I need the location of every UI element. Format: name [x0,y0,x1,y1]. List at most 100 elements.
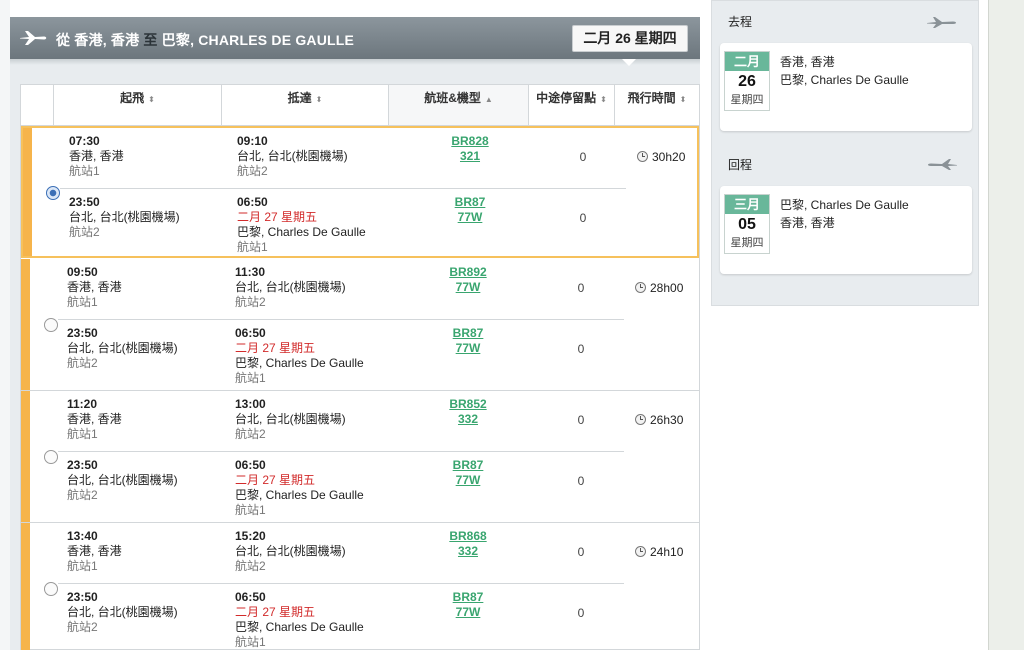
flights-table: 起飛 ⬍ 抵達 ⬍ 航班&機型 ▲ 中途停留點 ⬍ 飛行時間 ⬍ 07:30 香港, 香港航… [20,84,700,650]
return-route: 巴黎, Charles De Gaulle 香港, 香港 [780,196,909,232]
aircraft-type-link[interactable]: 332 [428,544,508,559]
outbound-route: 香港, 香港 巴黎, Charles De Gaulle [780,53,909,89]
route-from: 香港, 香港 [780,55,835,69]
aircraft-type-link[interactable]: 77W [428,280,508,295]
flight-number-link[interactable]: BR828 [430,134,510,149]
segment-divider [58,583,624,584]
aircraft-type-link[interactable]: 77W [428,473,508,488]
arrival-time: 09:10 [237,134,268,148]
itinerary-row[interactable]: 09:50 香港, 香港 航站1 11:30 台北, 台北(桃園機場) 航站2 BR892 7… [21,259,699,391]
calendar-day: 26 [738,73,756,90]
departure-time: 23:50 [69,195,100,209]
sort-icon: ⬍ [679,95,687,104]
flight-results-panel: 從 香港, 香港 至 巴黎, CHARLES DE GAULLE 二月 26 星… [10,17,700,650]
departure-terminal: 航站2 [67,620,98,634]
calendar-weekday: 星期四 [730,94,764,106]
departure-terminal: 航站2 [67,356,98,370]
itinerary-row[interactable]: 07:30 香港, 香港 航站1 09:10 台北, 台北(桃園機場) 航站2 BR828 3… [21,126,699,258]
route-origin: 香港, 香港 [74,32,140,48]
duration-cell: 26h30 [635,413,683,427]
return-card[interactable]: 三月 05 星期四 巴黎, Charles De Gaulle 香港, 香港 [720,186,972,274]
itinerary-radio[interactable] [44,450,58,464]
calendar-month: 二月 [725,52,769,71]
flight-cell: BR828 321 [430,134,510,164]
arrival-date: 二月 27 星期五 [235,605,316,619]
arrival-time: 06:50 [235,590,266,604]
departure-cell: 11:20 香港, 香港 航站1 [67,397,122,442]
table-header: 起飛 ⬍ 抵達 ⬍ 航班&機型 ▲ 中途停留點 ⬍ 飛行時間 ⬍ [21,85,699,126]
calendar-weekday: 星期四 [730,237,764,249]
route-to: 巴黎, Charles De Gaulle [780,73,909,87]
column-label: 航班&機型 [424,91,481,105]
header-shadow [10,59,700,65]
route-from: 巴黎, Charles De Gaulle [780,198,909,212]
departure-cell: 23:50 台北, 台北(桃園機場) 航站2 [67,590,178,635]
selected-date-button[interactable]: 二月 26 星期四 [572,25,688,52]
aircraft-type-link[interactable]: 77W [428,341,508,356]
aircraft-type-link[interactable]: 77W [428,605,508,620]
flight-number-link[interactable]: BR87 [428,326,508,341]
departure-terminal: 航站1 [67,295,98,309]
aircraft-type-link[interactable]: 77W [430,210,510,225]
stops-count: 0 [577,413,585,427]
column-header-flight[interactable]: 航班&機型 ▲ [388,85,528,125]
flight-number-link[interactable]: BR87 [428,590,508,605]
arrival-cell: 06:50 二月 27 星期五 巴黎, Charles De Gaulle 航站1 [235,458,364,518]
itinerary-radio[interactable] [44,318,58,332]
flight-number-link[interactable]: BR87 [430,195,510,210]
aircraft-type-link[interactable]: 332 [428,412,508,427]
flight-number-link[interactable]: BR87 [428,458,508,473]
departure-city: 香港, 香港 [67,280,122,294]
departure-terminal: 航站1 [69,164,100,178]
clock-icon [635,414,646,425]
column-header-departure[interactable]: 起飛 ⬍ [53,85,221,125]
column-header-arrival[interactable]: 抵達 ⬍ [221,85,388,125]
route-to: 香港, 香港 [780,216,835,230]
arrival-terminal: 航站1 [235,371,266,385]
departure-time: 07:30 [69,134,100,148]
itinerary-row[interactable]: 13:40 香港, 香港 航站1 15:20 台北, 台北(桃園機場) 航站2 BR868 3… [21,523,699,650]
column-header-stops[interactable]: 中途停留點 ⬍ [528,85,614,125]
arrival-terminal: 航站2 [235,427,266,441]
page-right-strip [988,0,1024,650]
itinerary-radio[interactable] [46,186,60,200]
calendar-day: 05 [738,216,756,233]
flight-number-link[interactable]: BR892 [428,265,508,280]
stops-count: 0 [579,211,587,225]
flight-cell: BR852 332 [428,397,508,427]
arrival-terminal: 航站1 [235,635,266,649]
route-to-word: 至 [143,32,158,48]
flight-number-link[interactable]: BR868 [428,529,508,544]
stops-count: 0 [579,150,587,164]
stops-count: 0 [577,545,585,559]
outbound-calendar: 二月 26 星期四 [724,51,770,111]
departure-time: 09:50 [67,265,98,279]
departure-cell: 07:30 香港, 香港 航站1 [69,134,124,179]
date-caret-icon [622,59,636,66]
arrival-cell: 15:20 台北, 台北(桃園機場) 航站2 [235,529,346,574]
outbound-title: 去程 [728,15,753,29]
arrival-cell: 13:00 台北, 台北(桃園機場) 航站2 [235,397,346,442]
arrival-city: 巴黎, Charles De Gaulle [237,225,366,239]
sort-icon: ⬍ [315,95,323,104]
outbound-card[interactable]: 二月 26 星期四 香港, 香港 巴黎, Charles De Gaulle [720,43,972,131]
column-header-duration[interactable]: 飛行時間 ⬍ [614,85,699,125]
arrival-city: 巴黎, Charles De Gaulle [235,488,364,502]
arrival-cell: 09:10 台北, 台北(桃園機場) 航站2 [237,134,348,179]
itinerary-radio[interactable] [44,582,58,596]
arrival-cell: 11:30 台北, 台北(桃園機場) 航站2 [235,265,346,310]
departure-city: 香港, 香港 [69,149,124,163]
arrival-date: 二月 27 星期五 [237,210,318,224]
duration-value: 24h10 [650,545,684,559]
departure-city: 台北, 台北(桃園機場) [67,605,178,619]
duration-cell: 30h20 [637,150,685,164]
flight-number-link[interactable]: BR852 [428,397,508,412]
flight-cell: BR87 77W [428,590,508,620]
aircraft-type-link[interactable]: 321 [430,149,510,164]
column-label: 抵達 [287,91,312,105]
arrival-city: 巴黎, Charles De Gaulle [235,620,364,634]
itinerary-row[interactable]: 11:20 香港, 香港 航站1 13:00 台北, 台北(桃園機場) 航站2 BR852 3… [21,391,699,523]
itinerary-accent-bar [21,523,30,650]
column-label: 飛行時間 [627,91,676,105]
airplane-icon [927,17,956,28]
